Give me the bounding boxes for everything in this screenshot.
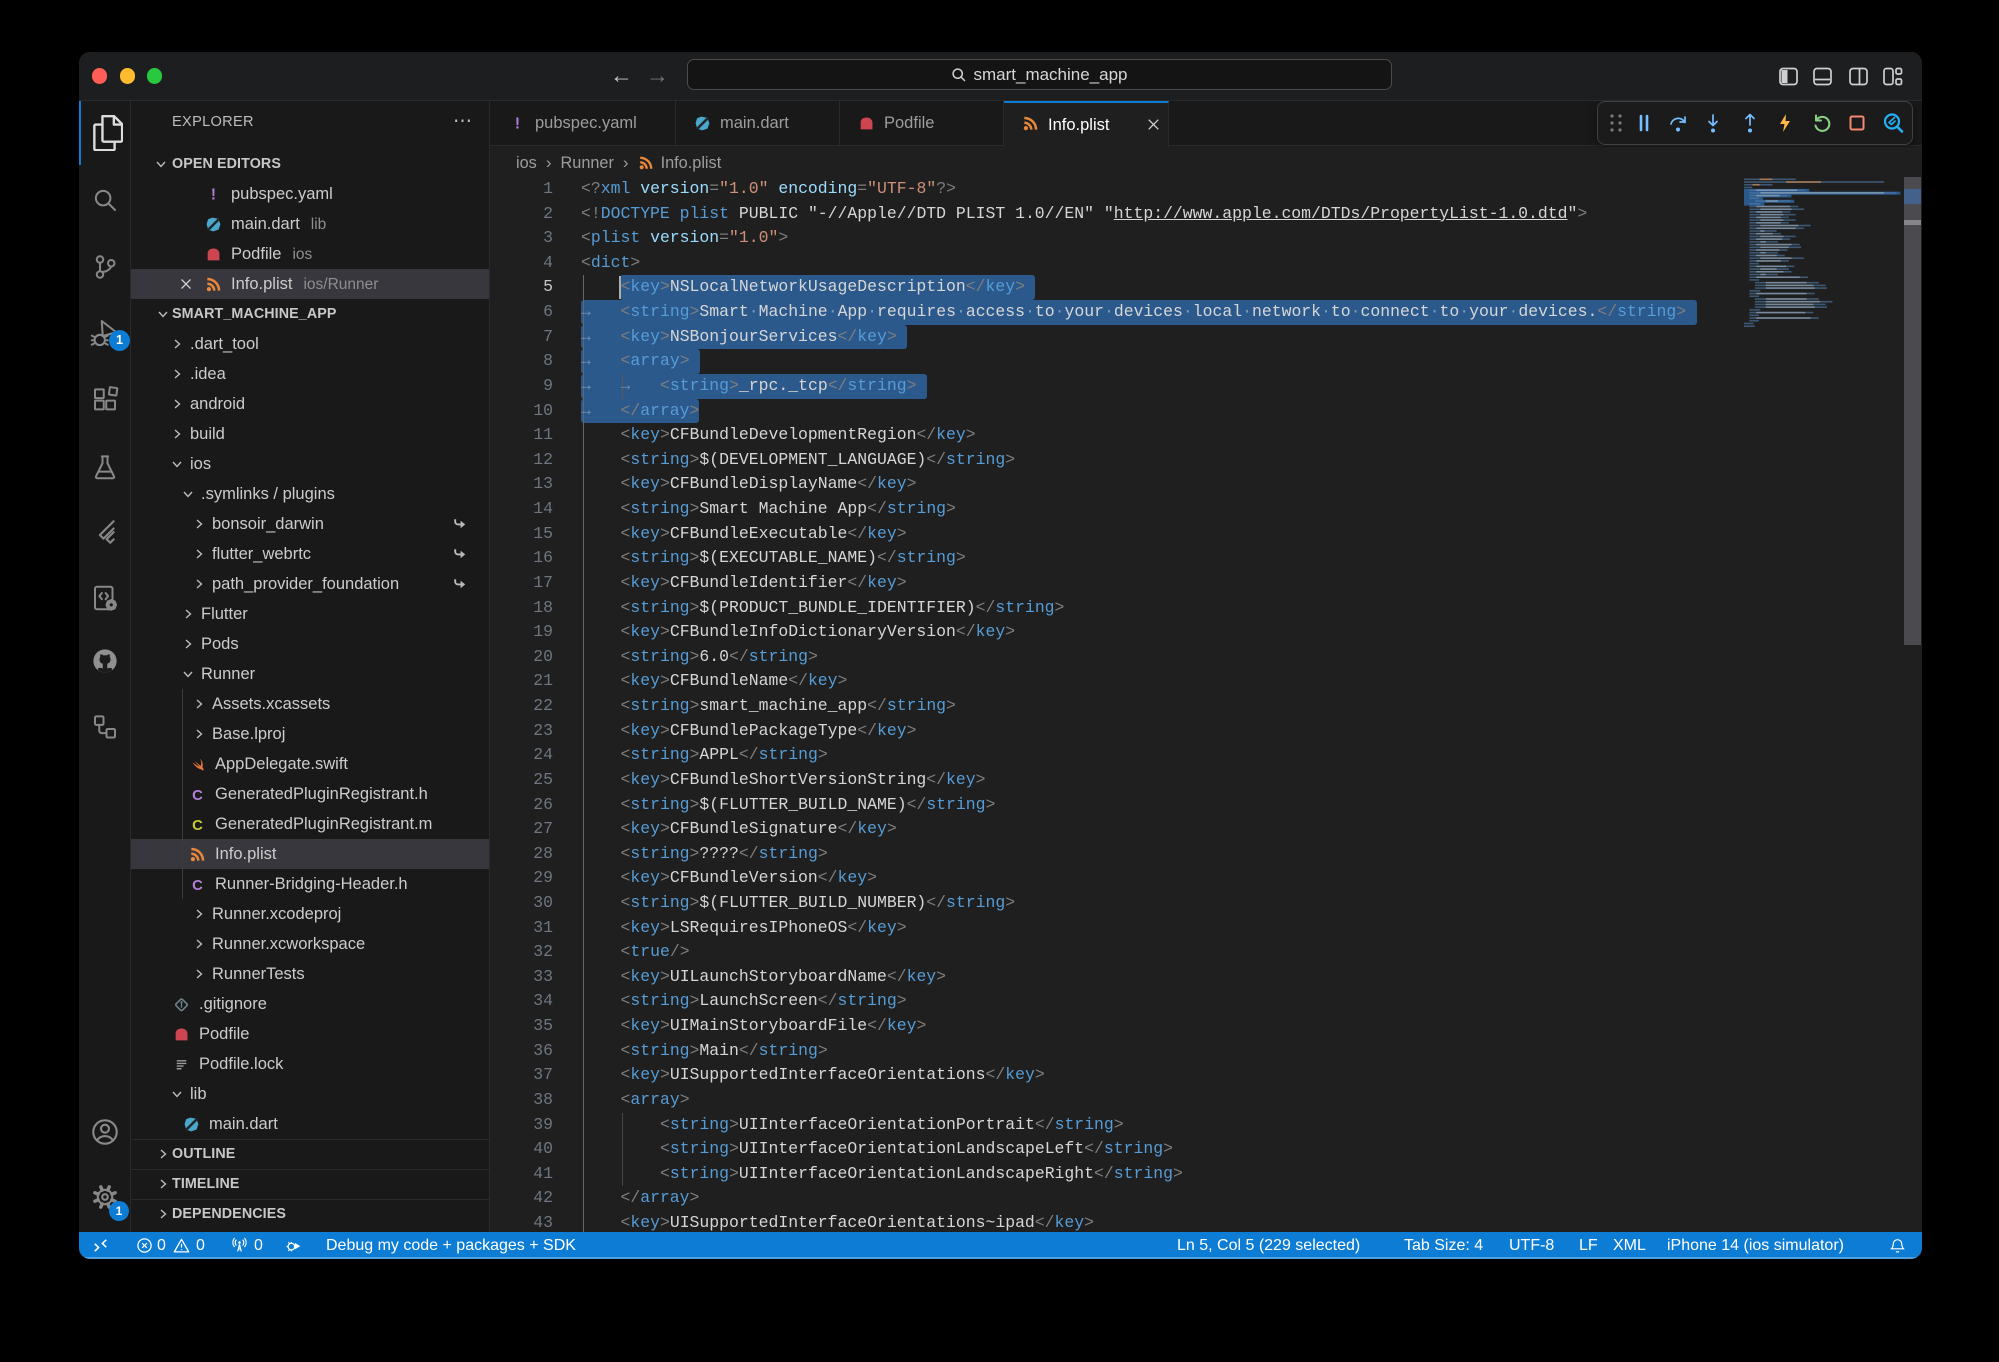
svg-text:!: !: [514, 115, 519, 132]
svg-text:C: C: [192, 878, 203, 893]
svg-text:C: C: [192, 788, 203, 803]
svg-text:C: C: [192, 818, 203, 833]
svg-text:!: !: [210, 186, 215, 203]
